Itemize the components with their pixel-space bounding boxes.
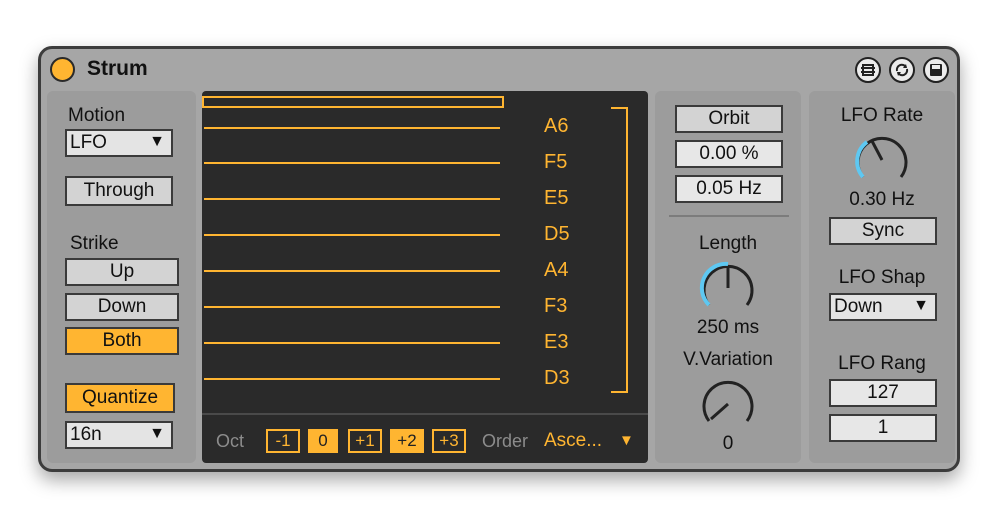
orbit-hz-field[interactable]: 0.05 Hz — [675, 175, 783, 203]
range-bracket — [611, 107, 628, 393]
oct-0-button[interactable]: 0 — [308, 429, 338, 453]
note-label: E5 — [544, 187, 569, 209]
quantize-button[interactable]: Quantize — [65, 383, 175, 413]
orbit-percent-field[interactable]: 0.00 % — [675, 140, 783, 168]
oct-label: Oct — [216, 431, 245, 451]
string-line[interactable] — [204, 162, 500, 164]
lfo-shape-dropdown[interactable]: Down ▼ — [829, 293, 937, 321]
note-label: A4 — [544, 259, 569, 281]
chevron-down-icon: ▼ — [913, 297, 929, 314]
strike-up-button[interactable]: Up — [65, 258, 179, 286]
string-line[interactable] — [204, 198, 500, 200]
oct-minus1-button[interactable]: -1 — [266, 429, 300, 453]
length-label: Length — [698, 233, 758, 254]
sync-button[interactable]: Sync — [829, 217, 937, 245]
lfo-range-high-field[interactable]: 127 — [829, 379, 937, 407]
note-label: F3 — [544, 295, 568, 317]
display-bottom-bar: Oct -1 0 +1 +2 +3 Order Asce... ▼ — [202, 413, 648, 463]
string-line[interactable] — [204, 378, 500, 380]
order-label: Order — [482, 431, 529, 451]
chevron-down-icon: ▼ — [149, 133, 165, 150]
strike-down-button[interactable]: Down — [65, 293, 179, 321]
strum-device: Strum Motion LFO ▼ Through Strike Up Dow… — [38, 46, 960, 472]
motion-value: LFO — [70, 132, 107, 153]
string-line[interactable] — [204, 342, 500, 344]
left-panel: Motion LFO ▼ Through Strike Up Down Both… — [47, 91, 196, 463]
note-label: E3 — [544, 331, 569, 353]
power-icon[interactable] — [50, 57, 75, 82]
lfo-range-low-field[interactable]: 1 — [829, 414, 937, 442]
motion-label: Motion — [68, 105, 126, 126]
length-value: 250 ms — [696, 317, 760, 338]
right-panel: LFO Rate 0.30 Hz Sync LFO Shap Down ▼ LF… — [809, 91, 955, 463]
string-line[interactable] — [204, 234, 500, 236]
note-label: D5 — [544, 223, 570, 245]
hotswap-icon[interactable] — [855, 57, 881, 83]
string-line[interactable] — [204, 127, 500, 129]
quantize-value: 16n — [70, 424, 102, 445]
strum-display[interactable]: A6 F5 E5 D5 A4 F3 E3 D3 Oct -1 0 +1 +2 +… — [202, 91, 648, 463]
length-knob[interactable] — [697, 257, 759, 319]
string-line[interactable] — [202, 96, 504, 108]
string-line[interactable] — [204, 270, 500, 272]
orbit-button[interactable]: Orbit — [675, 105, 783, 133]
order-value[interactable]: Asce... — [544, 430, 602, 452]
lfo-shape-value: Down — [834, 296, 883, 317]
note-label: A6 — [544, 115, 569, 137]
chevron-down-icon: ▼ — [149, 425, 165, 442]
middle-panel: Orbit 0.00 % 0.05 Hz Length 250 ms V.Var… — [655, 91, 801, 463]
variation-knob[interactable] — [697, 373, 759, 435]
lfo-rate-knob[interactable] — [851, 129, 913, 191]
through-button[interactable]: Through — [65, 176, 173, 206]
oct-plus2-button[interactable]: +2 — [390, 429, 424, 453]
refresh-icon[interactable] — [889, 57, 915, 83]
note-label: F5 — [544, 151, 568, 173]
divider — [669, 215, 789, 217]
motion-dropdown[interactable]: LFO ▼ — [65, 129, 173, 157]
lfo-range-label: LFO Rang — [838, 353, 926, 374]
title-bar: Strum — [41, 49, 957, 89]
string-line[interactable] — [204, 306, 500, 308]
quantize-dropdown[interactable]: 16n ▼ — [65, 421, 173, 449]
lfo-rate-value: 0.30 Hz — [849, 189, 915, 210]
device-title: Strum — [87, 57, 148, 80]
lfo-shape-label: LFO Shap — [838, 267, 926, 288]
strike-label: Strike — [70, 233, 119, 254]
strike-both-button[interactable]: Both — [65, 327, 179, 355]
chevron-down-icon[interactable]: ▼ — [619, 432, 634, 449]
lfo-rate-label: LFO Rate — [840, 105, 924, 126]
note-label: D3 — [544, 367, 570, 389]
variation-label: V.Variation — [683, 349, 773, 370]
oct-plus1-button[interactable]: +1 — [348, 429, 382, 453]
save-icon[interactable] — [923, 57, 949, 83]
variation-value: 0 — [722, 433, 734, 454]
oct-plus3-button[interactable]: +3 — [432, 429, 466, 453]
